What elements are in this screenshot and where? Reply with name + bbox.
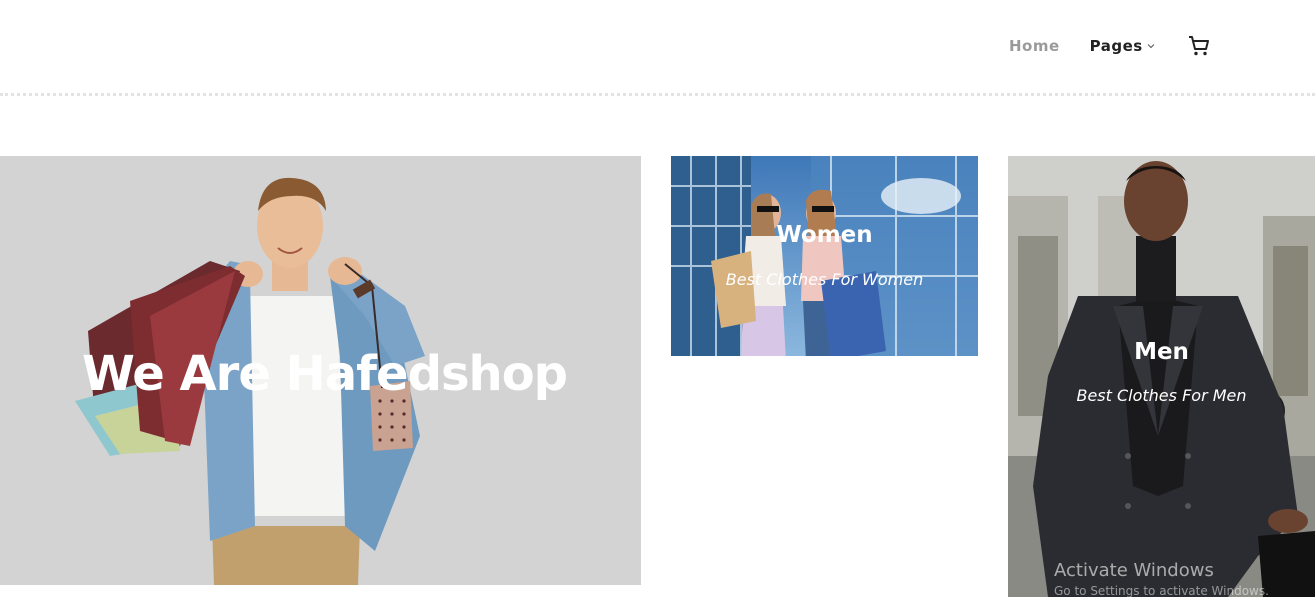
category-card-women[interactable]: Women Best Clothes For Women	[671, 156, 978, 361]
women-category-image	[671, 156, 978, 361]
activate-windows-subtext: Go to Settings to activate Windows.	[1054, 584, 1269, 598]
hero-banner: We Are Hafedshop	[0, 156, 641, 585]
nav-pages-label: Pages	[1089, 37, 1143, 55]
men-card-subtitle: Best Clothes For Men	[1076, 386, 1247, 405]
cart-icon[interactable]	[1187, 34, 1211, 58]
men-card-title: Men	[1134, 339, 1189, 365]
nav-home-link[interactable]: Home	[1009, 37, 1060, 55]
site-header: Home Pages	[0, 0, 1315, 94]
chevron-down-icon	[1147, 42, 1155, 50]
nav-pages-dropdown[interactable]: Pages	[1090, 37, 1155, 55]
header-divider	[0, 93, 1315, 96]
women-card-subtitle: Best Clothes For Women	[725, 270, 924, 289]
category-card-men[interactable]: Men Best Clothes For Men	[1008, 156, 1315, 597]
men-category-image	[1008, 156, 1315, 597]
main-nav: Home Pages	[1009, 34, 1211, 58]
women-card-title: Women	[776, 222, 873, 248]
hero-title: We Are Hafedshop	[82, 346, 568, 402]
activate-windows-watermark: Activate Windows	[1054, 560, 1214, 581]
